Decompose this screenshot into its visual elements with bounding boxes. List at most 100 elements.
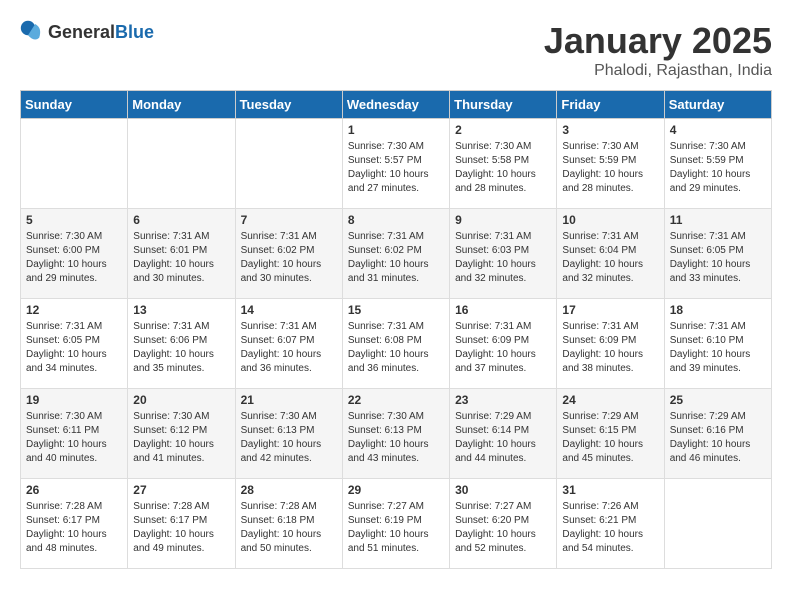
- day-number: 19: [26, 393, 122, 407]
- weekday-header-row: SundayMondayTuesdayWednesdayThursdayFrid…: [21, 91, 772, 119]
- day-info: Sunrise: 7:28 AM Sunset: 6:17 PM Dayligh…: [26, 500, 122, 556]
- day-info: Sunrise: 7:31 AM Sunset: 6:02 PM Dayligh…: [241, 230, 337, 286]
- calendar-cell: 4Sunrise: 7:30 AM Sunset: 5:59 PM Daylig…: [664, 119, 771, 209]
- day-info: Sunrise: 7:30 AM Sunset: 6:11 PM Dayligh…: [26, 410, 122, 466]
- day-number: 5: [26, 213, 122, 227]
- day-info: Sunrise: 7:30 AM Sunset: 5:59 PM Dayligh…: [562, 140, 658, 196]
- day-info: Sunrise: 7:31 AM Sunset: 6:09 PM Dayligh…: [562, 320, 658, 376]
- calendar-cell: 24 Sunrise: 7:29 AM Sunset: 6:15 PM Dayli…: [557, 389, 664, 479]
- calendar-cell: [664, 479, 771, 569]
- day-number: 17: [562, 303, 658, 317]
- calendar-cell: 15 Sunrise: 7:31 AM Sunset: 6:08 PM Dayli…: [342, 299, 449, 389]
- calendar-cell: 22 Sunrise: 7:30 AM Sunset: 6:13 PM Dayli…: [342, 389, 449, 479]
- calendar-cell: 12 Sunrise: 7:31 AM Sunset: 6:05 PM Dayli…: [21, 299, 128, 389]
- day-info: Sunrise: 7:31 AM Sunset: 6:05 PM Dayligh…: [670, 230, 766, 286]
- day-info: Sunrise: 7:30 AM Sunset: 5:58 PM Dayligh…: [455, 140, 551, 196]
- weekday-header-saturday: Saturday: [664, 91, 771, 119]
- weekday-header-tuesday: Tuesday: [235, 91, 342, 119]
- weekday-header-wednesday: Wednesday: [342, 91, 449, 119]
- calendar-title: January 2025: [544, 20, 772, 62]
- day-info: Sunrise: 7:28 AM Sunset: 6:17 PM Dayligh…: [133, 500, 229, 556]
- day-number: 11: [670, 213, 766, 227]
- calendar-cell: 28Sunrise: 7:28 AM Sunset: 6:18 PM Dayli…: [235, 479, 342, 569]
- day-number: 30: [455, 483, 551, 497]
- logo: GeneralBlue: [20, 20, 154, 44]
- calendar-cell: 20 Sunrise: 7:30 AM Sunset: 6:12 PM Dayli…: [128, 389, 235, 479]
- day-info: Sunrise: 7:31 AM Sunset: 6:06 PM Dayligh…: [133, 320, 229, 376]
- day-number: 25: [670, 393, 766, 407]
- day-info: Sunrise: 7:29 AM Sunset: 6:16 PM Dayligh…: [670, 410, 766, 466]
- calendar-cell: 27 Sunrise: 7:28 AM Sunset: 6:17 PM Dayli…: [128, 479, 235, 569]
- day-info: Sunrise: 7:27 AM Sunset: 6:19 PM Dayligh…: [348, 500, 444, 556]
- logo-text-general: General: [48, 22, 115, 42]
- day-info: Sunrise: 7:30 AM Sunset: 6:13 PM Dayligh…: [348, 410, 444, 466]
- calendar-subtitle: Phalodi, Rajasthan, India: [544, 62, 772, 80]
- calendar-cell: 30 Sunrise: 7:27 AM Sunset: 6:20 PM Dayli…: [450, 479, 557, 569]
- calendar-cell: 3 Sunrise: 7:30 AM Sunset: 5:59 PM Daylig…: [557, 119, 664, 209]
- day-number: 12: [26, 303, 122, 317]
- calendar-cell: 8 Sunrise: 7:31 AM Sunset: 6:02 PM Daylig…: [342, 209, 449, 299]
- day-number: 9: [455, 213, 551, 227]
- calendar-cell: 18Sunrise: 7:31 AM Sunset: 6:10 PM Dayli…: [664, 299, 771, 389]
- calendar-cell: 29 Sunrise: 7:27 AM Sunset: 6:19 PM Dayli…: [342, 479, 449, 569]
- calendar-cell: 25 Sunrise: 7:29 AM Sunset: 6:16 PM Dayli…: [664, 389, 771, 479]
- day-info: Sunrise: 7:29 AM Sunset: 6:15 PM Dayligh…: [562, 410, 658, 466]
- day-info: Sunrise: 7:30 AM Sunset: 5:57 PM Dayligh…: [348, 140, 444, 196]
- day-info: Sunrise: 7:31 AM Sunset: 6:09 PM Dayligh…: [455, 320, 551, 376]
- page-header: GeneralBlue January 2025 Phalodi, Rajast…: [20, 20, 772, 80]
- day-number: 27: [133, 483, 229, 497]
- day-number: 22: [348, 393, 444, 407]
- day-info: Sunrise: 7:29 AM Sunset: 6:14 PM Dayligh…: [455, 410, 551, 466]
- day-info: Sunrise: 7:31 AM Sunset: 6:04 PM Dayligh…: [562, 230, 658, 286]
- calendar-table: SundayMondayTuesdayWednesdayThursdayFrid…: [20, 90, 772, 569]
- calendar-cell: 21Sunrise: 7:30 AM Sunset: 6:13 PM Dayli…: [235, 389, 342, 479]
- logo-text-blue: Blue: [115, 22, 154, 42]
- day-info: Sunrise: 7:30 AM Sunset: 6:00 PM Dayligh…: [26, 230, 122, 286]
- day-info: Sunrise: 7:31 AM Sunset: 6:03 PM Dayligh…: [455, 230, 551, 286]
- day-number: 4: [670, 123, 766, 137]
- day-number: 3: [562, 123, 658, 137]
- day-number: 31: [562, 483, 658, 497]
- calendar-cell: 11 Sunrise: 7:31 AM Sunset: 6:05 PM Dayli…: [664, 209, 771, 299]
- day-number: 8: [348, 213, 444, 227]
- weekday-header-thursday: Thursday: [450, 91, 557, 119]
- day-info: Sunrise: 7:31 AM Sunset: 6:08 PM Dayligh…: [348, 320, 444, 376]
- calendar-cell: 31Sunrise: 7:26 AM Sunset: 6:21 PM Dayli…: [557, 479, 664, 569]
- day-number: 24: [562, 393, 658, 407]
- day-number: 20: [133, 393, 229, 407]
- calendar-cell: 6 Sunrise: 7:31 AM Sunset: 6:01 PM Daylig…: [128, 209, 235, 299]
- calendar-cell: 1 Sunrise: 7:30 AM Sunset: 5:57 PM Daylig…: [342, 119, 449, 209]
- day-info: Sunrise: 7:27 AM Sunset: 6:20 PM Dayligh…: [455, 500, 551, 556]
- day-number: 10: [562, 213, 658, 227]
- calendar-week-row: 12 Sunrise: 7:31 AM Sunset: 6:05 PM Dayli…: [21, 299, 772, 389]
- calendar-week-row: 26 Sunrise: 7:28 AM Sunset: 6:17 PM Dayli…: [21, 479, 772, 569]
- day-number: 6: [133, 213, 229, 227]
- day-info: Sunrise: 7:30 AM Sunset: 6:12 PM Dayligh…: [133, 410, 229, 466]
- logo-icon: [20, 20, 44, 44]
- day-number: 29: [348, 483, 444, 497]
- day-info: Sunrise: 7:31 AM Sunset: 6:05 PM Dayligh…: [26, 320, 122, 376]
- day-number: 2: [455, 123, 551, 137]
- weekday-header-monday: Monday: [128, 91, 235, 119]
- day-info: Sunrise: 7:31 AM Sunset: 6:02 PM Dayligh…: [348, 230, 444, 286]
- calendar-cell: 16Sunrise: 7:31 AM Sunset: 6:09 PM Dayli…: [450, 299, 557, 389]
- calendar-cell: 23Sunrise: 7:29 AM Sunset: 6:14 PM Dayli…: [450, 389, 557, 479]
- day-info: Sunrise: 7:30 AM Sunset: 6:13 PM Dayligh…: [241, 410, 337, 466]
- day-number: 14: [241, 303, 337, 317]
- calendar-cell: [21, 119, 128, 209]
- day-info: Sunrise: 7:31 AM Sunset: 6:01 PM Dayligh…: [133, 230, 229, 286]
- day-number: 7: [241, 213, 337, 227]
- calendar-week-row: 5 Sunrise: 7:30 AM Sunset: 6:00 PM Daylig…: [21, 209, 772, 299]
- weekday-header-sunday: Sunday: [21, 91, 128, 119]
- calendar-cell: 9 Sunrise: 7:31 AM Sunset: 6:03 PM Daylig…: [450, 209, 557, 299]
- calendar-cell: 26 Sunrise: 7:28 AM Sunset: 6:17 PM Dayli…: [21, 479, 128, 569]
- day-number: 13: [133, 303, 229, 317]
- calendar-cell: 10 Sunrise: 7:31 AM Sunset: 6:04 PM Dayli…: [557, 209, 664, 299]
- calendar-cell: 19 Sunrise: 7:30 AM Sunset: 6:11 PM Dayli…: [21, 389, 128, 479]
- day-number: 15: [348, 303, 444, 317]
- day-number: 26: [26, 483, 122, 497]
- day-number: 1: [348, 123, 444, 137]
- calendar-week-row: 1 Sunrise: 7:30 AM Sunset: 5:57 PM Daylig…: [21, 119, 772, 209]
- calendar-cell: 17 Sunrise: 7:31 AM Sunset: 6:09 PM Dayli…: [557, 299, 664, 389]
- day-info: Sunrise: 7:28 AM Sunset: 6:18 PM Dayligh…: [241, 500, 337, 556]
